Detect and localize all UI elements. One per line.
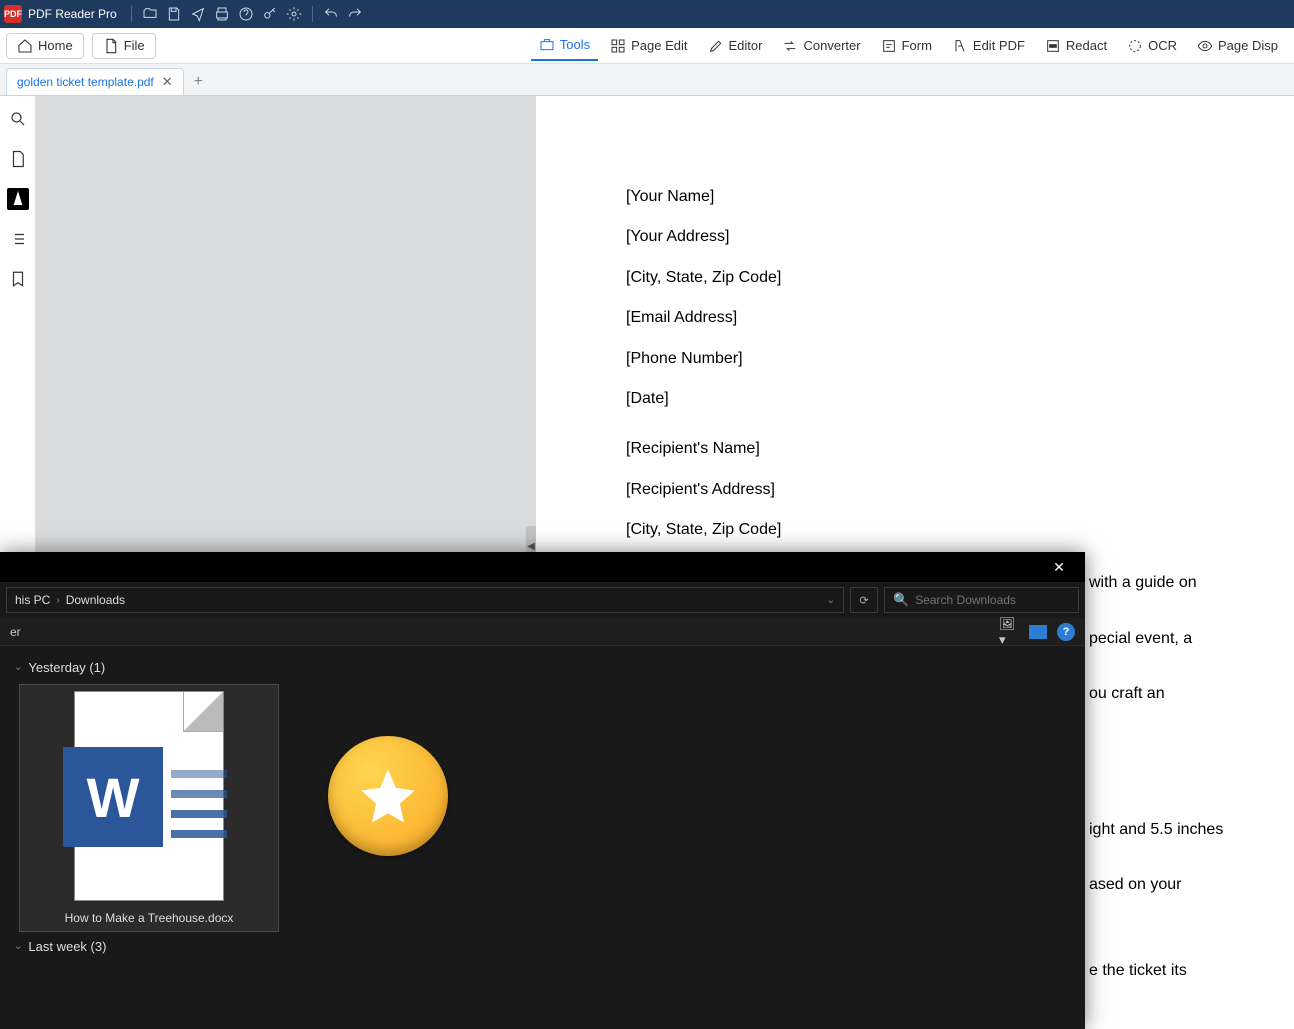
title-bar: PDF PDF Reader Pro bbox=[0, 0, 1294, 28]
explorer-search[interactable]: 🔍 bbox=[884, 587, 1079, 613]
breadcrumb-segment[interactable]: Downloads bbox=[66, 593, 125, 607]
chevron-down-icon[interactable]: ⌄ bbox=[827, 595, 835, 606]
word-document-icon: W bbox=[74, 691, 224, 901]
save-icon[interactable] bbox=[162, 2, 186, 26]
new-tab-button[interactable]: + bbox=[184, 69, 213, 95]
home-label: Home bbox=[38, 38, 73, 53]
redo-icon[interactable] bbox=[343, 2, 367, 26]
explorer-close-button[interactable]: ✕ bbox=[1037, 552, 1081, 582]
tool-redact[interactable]: Redact bbox=[1037, 34, 1115, 58]
refresh-button[interactable]: ⟳ bbox=[850, 587, 878, 613]
ribbon-bar: Home File Tools Page Edit Editor Convert… bbox=[0, 28, 1294, 64]
star-icon bbox=[328, 736, 448, 856]
explorer-title-bar[interactable]: ✕ bbox=[0, 552, 1085, 582]
doc-line: [Email Address] bbox=[626, 307, 1254, 329]
tab-label: golden ticket template.pdf bbox=[17, 75, 154, 89]
chevron-down-icon: ⌄ bbox=[14, 941, 22, 952]
explorer-toolbar: er 🖼 ▾ ? bbox=[0, 618, 1085, 646]
breadcrumb-segment[interactable]: his PC bbox=[15, 593, 50, 607]
tool-ocr[interactable]: OCR bbox=[1119, 34, 1185, 58]
search-icon: 🔍 bbox=[893, 592, 909, 608]
open-icon[interactable] bbox=[138, 2, 162, 26]
preview-pane-icon[interactable] bbox=[1029, 625, 1047, 639]
doc-line: [Your Address] bbox=[626, 226, 1254, 248]
chevron-right-icon: › bbox=[56, 595, 59, 606]
explorer-toolbar-left: er bbox=[10, 625, 21, 639]
undo-icon[interactable] bbox=[319, 2, 343, 26]
help-icon[interactable]: ? bbox=[1057, 623, 1075, 641]
file-label: File bbox=[124, 38, 145, 53]
tool-editor[interactable]: Editor bbox=[700, 34, 771, 58]
home-button[interactable]: Home bbox=[6, 33, 84, 59]
settings-icon[interactable] bbox=[282, 2, 306, 26]
tab-strip: golden ticket template.pdf ✕ + bbox=[0, 64, 1294, 96]
doc-line: [Recipient's Name] bbox=[626, 438, 1254, 460]
search-input[interactable] bbox=[915, 593, 1070, 607]
app-title: PDF Reader Pro bbox=[28, 7, 117, 21]
tool-edit-pdf[interactable]: Edit PDF bbox=[944, 34, 1033, 58]
doc-line: [Your Name] bbox=[626, 186, 1254, 208]
view-options-icon[interactable]: 🖼 ▾ bbox=[999, 622, 1019, 642]
file-button[interactable]: File bbox=[92, 33, 156, 59]
page-icon[interactable] bbox=[7, 148, 29, 170]
annotation-icon[interactable] bbox=[7, 188, 29, 210]
doc-line: [City, State, Zip Code] bbox=[626, 519, 1254, 541]
doc-line: [Date] bbox=[626, 388, 1254, 410]
tool-converter[interactable]: Converter bbox=[774, 34, 868, 58]
doc-line: [City, State, Zip Code] bbox=[626, 267, 1254, 289]
group-last-week[interactable]: ⌄ Last week (3) bbox=[14, 939, 1071, 954]
group-label: Yesterday (1) bbox=[28, 660, 105, 675]
outline-icon[interactable] bbox=[7, 228, 29, 250]
app-icon: PDF bbox=[4, 5, 22, 23]
explorer-file-area: ⌄ Yesterday (1) W How to Make a Treehous… bbox=[0, 646, 1085, 1029]
doc-line: [Phone Number] bbox=[626, 348, 1254, 370]
group-yesterday[interactable]: ⌄ Yesterday (1) bbox=[14, 660, 1071, 675]
chevron-down-icon: ⌄ bbox=[14, 662, 22, 673]
tab-close-icon[interactable]: ✕ bbox=[162, 74, 173, 90]
tool-page-edit[interactable]: Page Edit bbox=[602, 34, 695, 58]
document-overflow-text: with a guide on pecial event, a ou craft… bbox=[1085, 570, 1294, 1014]
help-icon[interactable] bbox=[234, 2, 258, 26]
bookmark-icon[interactable] bbox=[7, 268, 29, 290]
tool-page-display[interactable]: Page Disp bbox=[1189, 34, 1286, 58]
doc-line: [Recipient's Address] bbox=[626, 479, 1254, 501]
print-icon[interactable] bbox=[210, 2, 234, 26]
explorer-address-bar: his PC › Downloads ⌄ ⟳ 🔍 bbox=[0, 582, 1085, 618]
file-explorer-window: ✕ his PC › Downloads ⌄ ⟳ 🔍 er 🖼 ▾ ? ⌄ Ye… bbox=[0, 552, 1085, 1029]
group-label: Last week (3) bbox=[28, 939, 106, 954]
breadcrumb[interactable]: his PC › Downloads ⌄ bbox=[6, 587, 844, 613]
file-item-docx[interactable]: W How to Make a Treehouse.docx bbox=[20, 685, 278, 931]
tool-tools[interactable]: Tools bbox=[531, 33, 598, 61]
document-tab[interactable]: golden ticket template.pdf ✕ bbox=[6, 68, 184, 95]
key-icon[interactable] bbox=[258, 2, 282, 26]
file-item-star[interactable] bbox=[308, 685, 468, 931]
search-icon[interactable] bbox=[7, 108, 29, 130]
file-name: How to Make a Treehouse.docx bbox=[65, 911, 234, 925]
tool-form[interactable]: Form bbox=[873, 34, 940, 58]
share-icon[interactable] bbox=[186, 2, 210, 26]
